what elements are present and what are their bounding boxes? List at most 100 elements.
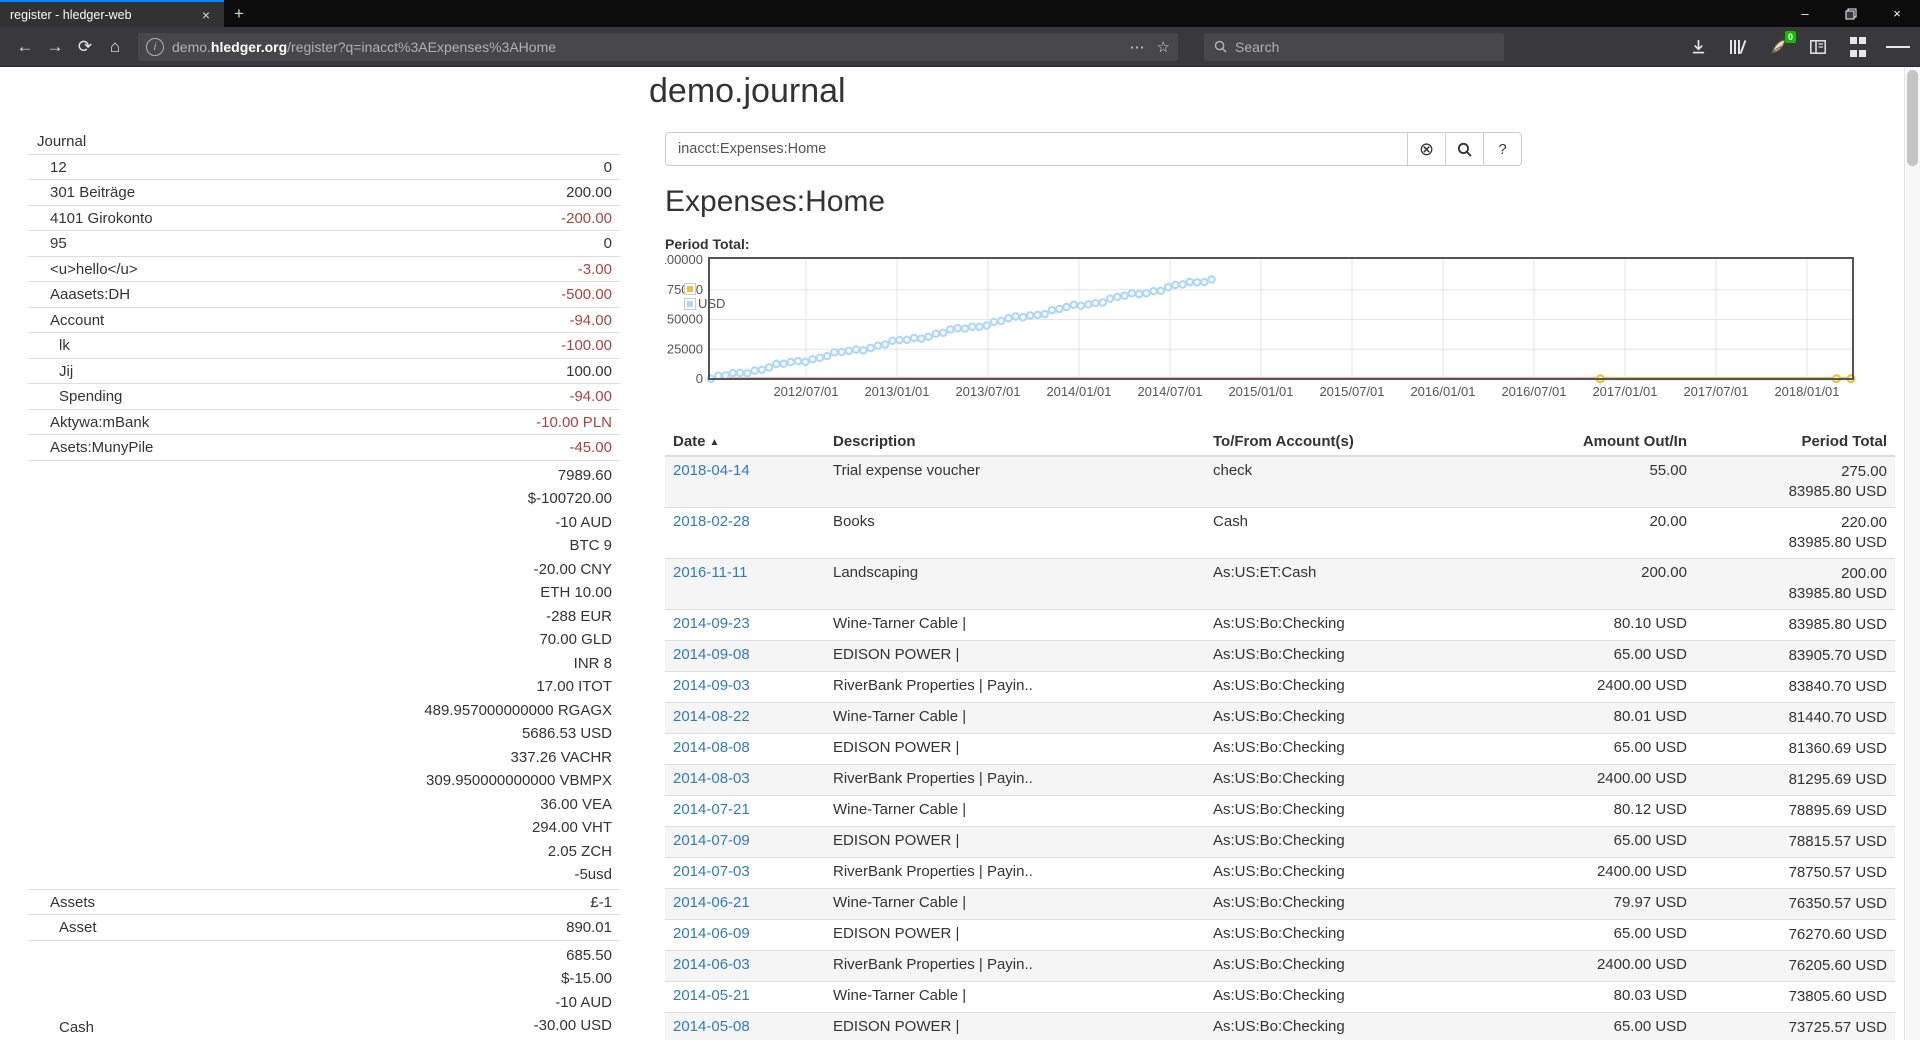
transaction-row[interactable]: 2014-08-08EDISON POWER |As:US:Bo:Checkin… xyxy=(665,734,1895,765)
transaction-date-link[interactable]: 2018-02-28 xyxy=(673,513,750,530)
account-link[interactable]: Spending xyxy=(36,387,569,407)
transaction-date-link[interactable]: 2014-09-23 xyxy=(673,615,750,632)
transaction-amount: 79.97 USD xyxy=(1460,889,1695,920)
back-button[interactable]: ← xyxy=(10,33,40,61)
transaction-date-link[interactable]: 2014-06-09 xyxy=(673,925,750,942)
account-balance: -94.00 xyxy=(569,311,612,331)
balance-amount: 337.26 VACHR xyxy=(424,746,612,770)
transaction-account: As:US:Bo:Checking xyxy=(1205,796,1460,827)
balance-amount: 36.00 VEA xyxy=(424,793,612,817)
page-scrollbar[interactable] xyxy=(1904,67,1920,1040)
transaction-row[interactable]: 2014-05-08EDISON POWER |As:US:Bo:Checkin… xyxy=(665,1013,1895,1040)
hamburger-menu-icon[interactable] xyxy=(1886,35,1910,59)
window-restore-button[interactable] xyxy=(1828,0,1874,27)
account-link[interactable]: Asset xyxy=(36,918,566,938)
reader-view-icon[interactable] xyxy=(1806,35,1830,59)
account-link[interactable]: Aktywa:mBank xyxy=(36,413,536,433)
balance-amount: -100.00 xyxy=(561,336,612,356)
account-link[interactable]: lk xyxy=(36,336,561,356)
column-header-date[interactable]: Date▲ xyxy=(665,428,825,456)
extension-icon[interactable]: 0 xyxy=(1766,35,1790,59)
account-link[interactable]: Cash xyxy=(36,944,534,1038)
account-link[interactable]: 12 xyxy=(36,158,604,178)
account-link[interactable]: 301 Beiträge xyxy=(36,183,566,203)
account-link[interactable]: Jij xyxy=(36,362,566,382)
transaction-date-link[interactable]: 2014-08-22 xyxy=(673,708,750,725)
account-link[interactable]: Account xyxy=(36,311,569,331)
account-link[interactable]: Asets:MunyPile xyxy=(36,438,569,458)
browser-search-box[interactable]: Search xyxy=(1204,33,1504,61)
transaction-row[interactable]: 2018-04-14Trial expense vouchercheck55.0… xyxy=(665,456,1895,508)
transaction-description: Wine-Tarner Cable | xyxy=(825,982,1205,1013)
transaction-row[interactable]: 2014-09-08EDISON POWER |As:US:Bo:Checkin… xyxy=(665,641,1895,672)
query-input[interactable] xyxy=(665,132,1408,166)
account-balance: -3.00 xyxy=(578,260,612,280)
transaction-date-link[interactable]: 2014-06-03 xyxy=(673,956,750,973)
transaction-row[interactable]: 2014-07-03RiverBank Properties | Payin..… xyxy=(665,858,1895,889)
page-actions-icon[interactable]: ⋯ xyxy=(1130,38,1145,56)
transaction-row[interactable]: 2016-11-11LandscapingAs:US:ET:Cash200.00… xyxy=(665,559,1895,610)
transaction-date-link[interactable]: 2014-07-21 xyxy=(673,801,750,818)
account-link[interactable]: Aaasets:DH xyxy=(36,285,561,305)
column-header-to-from-account-s-[interactable]: To/From Account(s) xyxy=(1205,428,1460,456)
scrollbar-thumb[interactable] xyxy=(1907,70,1918,166)
clear-query-button[interactable]: ⊗ xyxy=(1408,132,1446,166)
home-button[interactable]: ⌂ xyxy=(100,33,130,61)
apps-grid-icon[interactable] xyxy=(1846,35,1870,59)
account-link[interactable]: <u>hello</u> xyxy=(36,260,578,280)
reload-button[interactable]: ⟳ xyxy=(70,33,100,61)
transaction-date-link[interactable]: 2014-06-21 xyxy=(673,894,750,911)
transaction-date-link[interactable]: 2014-05-21 xyxy=(673,987,750,1004)
help-button[interactable]: ? xyxy=(1484,132,1522,166)
window-close-button[interactable]: × xyxy=(1874,0,1920,27)
url-text: demo.hledger.org/register?q=inacct%3AExp… xyxy=(172,39,1130,55)
transaction-period-total: 78895.69 USD xyxy=(1695,796,1895,827)
transaction-date-link[interactable]: 2014-09-03 xyxy=(673,677,750,694)
account-link[interactable]: Journal xyxy=(36,132,612,152)
transaction-date-link[interactable]: 2018-04-14 xyxy=(673,462,750,479)
transaction-row[interactable]: 2014-09-03 RiverBank Properties | Payin..… xyxy=(665,672,1895,703)
transaction-row[interactable]: 2014-07-21Wine-Tarner Cable |As:US:Bo:Ch… xyxy=(665,796,1895,827)
transaction-row[interactable]: 2014-06-09EDISON POWER |As:US:Bo:Checkin… xyxy=(665,920,1895,951)
search-button[interactable] xyxy=(1446,132,1484,166)
account-link[interactable]: 4101 Girokonto xyxy=(36,209,561,229)
tab-close-icon[interactable]: × xyxy=(198,7,214,23)
new-tab-button[interactable]: + xyxy=(224,0,254,27)
transaction-row[interactable]: 2014-08-22Wine-Tarner Cable |As:US:Bo:Ch… xyxy=(665,703,1895,734)
period-total-line: 76270.60 USD xyxy=(1703,925,1887,945)
transaction-row[interactable]: 2014-09-23Wine-Tarner Cable |As:US:Bo:Ch… xyxy=(665,610,1895,641)
column-header-amount-out-in[interactable]: Amount Out/In xyxy=(1460,428,1695,456)
transaction-date-link[interactable]: 2014-05-08 xyxy=(673,1018,750,1035)
legend-label: USD xyxy=(698,296,725,311)
transaction-date-link[interactable]: 2014-09-08 xyxy=(673,646,750,663)
window-minimize-button[interactable]: – xyxy=(1782,0,1828,27)
transaction-row[interactable]: 2014-06-21Wine-Tarner Cable |As:US:Bo:Ch… xyxy=(665,889,1895,920)
transaction-row[interactable]: 2014-07-09EDISON POWER |As:US:Bo:Checkin… xyxy=(665,827,1895,858)
transaction-row[interactable]: 2014-08-03RiverBank Properties | Payin..… xyxy=(665,765,1895,796)
library-icon[interactable] xyxy=(1726,35,1750,59)
balance-amount: -20.00 CNY xyxy=(424,558,612,582)
browser-tab[interactable]: register - hledger-web × xyxy=(0,0,224,27)
transaction-date-link[interactable]: 2014-07-09 xyxy=(673,832,750,849)
transaction-description: RiverBank Properties | Payin.. xyxy=(825,672,1205,703)
column-header-period-total[interactable]: Period Total xyxy=(1695,428,1895,456)
column-header-description[interactable]: Description xyxy=(825,428,1205,456)
transaction-date-link[interactable]: 2014-07-03 xyxy=(673,863,750,880)
transaction-date-link[interactable]: 2016-11-11 xyxy=(673,564,748,581)
transaction-row[interactable]: 2014-05-21Wine-Tarner Cable |As:US:Bo:Ch… xyxy=(665,982,1895,1013)
transaction-row[interactable]: 2014-06-03RiverBank Properties | Payin..… xyxy=(665,951,1895,982)
transaction-date-link[interactable]: 2014-08-08 xyxy=(673,739,750,756)
period-total-line: 200.00 xyxy=(1703,564,1887,584)
transaction-row[interactable]: 2018-02-28BooksCash20.00220.0083985.80 U… xyxy=(665,508,1895,559)
period-total-line: 81295.69 USD xyxy=(1703,770,1887,790)
downloads-icon[interactable] xyxy=(1686,35,1710,59)
bookmark-star-icon[interactable]: ☆ xyxy=(1157,38,1170,56)
account-link[interactable]: Assets xyxy=(36,893,590,913)
site-info-icon[interactable]: i xyxy=(146,38,164,56)
url-bar[interactable]: i demo.hledger.org/register?q=inacct%3AE… xyxy=(138,33,1178,61)
account-link[interactable]: 95 xyxy=(36,234,604,254)
transaction-amount: 2400.00 USD xyxy=(1460,765,1695,796)
transaction-date-link[interactable]: 2014-08-03 xyxy=(673,770,750,787)
transaction-period-total: 81440.70 USD xyxy=(1695,703,1895,734)
forward-button[interactable]: → xyxy=(40,33,70,61)
